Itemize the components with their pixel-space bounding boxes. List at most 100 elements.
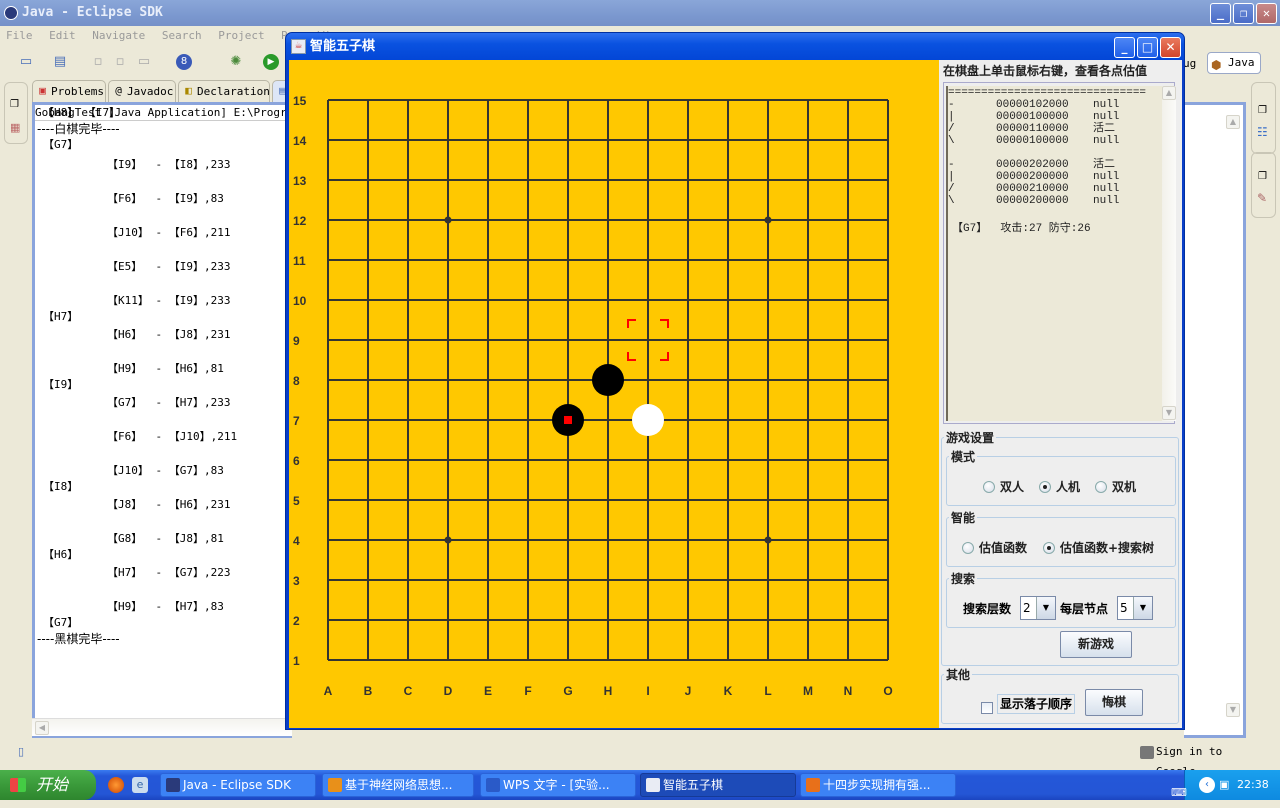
- start-button[interactable]: 开始: [0, 770, 96, 800]
- menu-project[interactable]: Project: [218, 29, 264, 42]
- taskbar-item[interactable]: 十四步实现拥有强...: [800, 773, 956, 797]
- menu-navigate[interactable]: Navigate: [92, 29, 145, 42]
- scroll-up-icon[interactable]: ▲: [1162, 86, 1176, 100]
- eclipse-restore-button[interactable]: ❐: [1233, 3, 1254, 24]
- ai-radio-eval[interactable]: 估值函数: [962, 539, 1027, 556]
- run-icon[interactable]: ▶: [263, 54, 279, 70]
- eclipse-close-button[interactable]: ✕: [1256, 3, 1277, 24]
- column-label: N: [844, 684, 853, 698]
- network-icon[interactable]: ▣: [1219, 770, 1229, 800]
- gobang-title-bar[interactable]: ☕ 智能五子棋 _ □ ✕: [286, 33, 1184, 60]
- gobang-close-button[interactable]: ✕: [1160, 37, 1181, 58]
- search-depth-select[interactable]: 2 ▼: [1020, 596, 1056, 620]
- eval-text-area[interactable]: ============================== -000001020…: [946, 86, 1162, 421]
- eval-direction: |: [948, 111, 955, 123]
- desktop-quicklaunch-icon[interactable]: e: [132, 777, 148, 793]
- fast-view-icon[interactable]: ▯: [18, 745, 24, 758]
- firefox-quicklaunch-icon[interactable]: [108, 777, 124, 793]
- chevron-down-icon[interactable]: ▼: [1134, 597, 1152, 619]
- restore-icon[interactable]: ❐: [1258, 171, 1267, 182]
- scroll-left-icon[interactable]: ◀: [35, 721, 49, 735]
- right-minimized-strip-2: ❐ ✎: [1251, 152, 1276, 218]
- board-canvas[interactable]: 15 14 13 12 11 10 9 8 7 6 5 4 3 2 1 A B C D E F G H I J K L M N O: [289, 60, 939, 728]
- search-title: 搜索: [951, 572, 976, 586]
- eclipse-minimize-button[interactable]: _: [1210, 3, 1231, 24]
- nodes-per-layer-select[interactable]: 5 ▼: [1117, 596, 1153, 620]
- ai-radio-eval-search[interactable]: 估值函数+搜索树: [1043, 539, 1154, 556]
- mode-title: 模式: [951, 450, 976, 464]
- scroll-up-icon[interactable]: ▲: [1226, 115, 1240, 129]
- right-minimized-strip: ❐ ☷: [1251, 82, 1276, 154]
- menu-edit[interactable]: Edit: [49, 29, 76, 42]
- eval-direction: /: [948, 183, 955, 195]
- tab-javadoc[interactable]: @ Javadoc: [108, 80, 176, 102]
- eval-direction: \: [948, 135, 955, 147]
- game-board[interactable]: 15 14 13 12 11 10 9 8 7 6 5 4 3 2 1 A B C D E F G H I J K L M N O: [289, 60, 939, 728]
- row-label: 6: [293, 454, 300, 468]
- taskbar-item[interactable]: 基于神经网络思想...: [322, 773, 474, 797]
- star-point: [444, 216, 452, 224]
- eval-type: 活二: [1093, 123, 1115, 135]
- scroll-down-icon[interactable]: ▼: [1162, 406, 1176, 420]
- java-perspective-button[interactable]: ⬢ Java: [1207, 52, 1261, 74]
- mode-radio-ai-vs-ai[interactable]: 双机: [1095, 478, 1136, 495]
- console-line: 【H8】 【I7】: [43, 106, 121, 119]
- save-icon[interactable]: ▫: [90, 54, 106, 70]
- google-icon[interactable]: 8: [176, 54, 192, 70]
- menu-file[interactable]: File: [6, 29, 33, 42]
- debug-icon[interactable]: ✺: [228, 54, 244, 70]
- restore-icon[interactable]: ❐: [1258, 105, 1267, 116]
- row-label: 9: [293, 334, 300, 348]
- gobang-minimize-button[interactable]: _: [1114, 37, 1135, 58]
- eval-scrollbar[interactable]: ▲ ▼: [1162, 86, 1176, 421]
- menu-search[interactable]: Search: [162, 29, 202, 42]
- console-line: ----黑棋完毕----: [37, 632, 120, 646]
- console-line: 【H7】: [43, 310, 79, 323]
- mode-radio-human-vs-ai[interactable]: 人机: [1039, 478, 1080, 495]
- radio-icon: [962, 541, 974, 554]
- tray-expand-icon[interactable]: ‹: [1199, 777, 1215, 793]
- show-order-label[interactable]: 显示落子顺序: [997, 694, 1076, 714]
- new-game-button[interactable]: 新游戏: [1060, 631, 1132, 658]
- gobang-title: 智能五子棋: [310, 39, 376, 54]
- scroll-down-icon[interactable]: ▼: [1226, 703, 1240, 717]
- chevron-down-icon[interactable]: ▼: [1037, 597, 1055, 619]
- new-icon[interactable]: ▭: [18, 54, 34, 70]
- declaration-icon: ◧: [185, 84, 192, 97]
- print-icon[interactable]: ▭: [136, 54, 152, 70]
- eval-separator: ==============================: [948, 87, 1147, 99]
- column-label: G: [563, 684, 572, 698]
- gobang-maximize-button[interactable]: □: [1137, 37, 1158, 58]
- keyboard-icon[interactable]: ⌨: [1171, 778, 1187, 808]
- clock[interactable]: 22:38: [1237, 770, 1269, 800]
- show-order-checkbox[interactable]: [981, 702, 993, 714]
- eval-type: null: [1093, 171, 1120, 183]
- row-label: 7: [293, 414, 300, 428]
- tab-declaration[interactable]: ◧ Declaration: [178, 80, 270, 102]
- taskbar-item[interactable]: 智能五子棋: [640, 773, 796, 797]
- save-all-icon[interactable]: ▫: [112, 54, 128, 70]
- tab-problems[interactable]: ▣ Problems: [32, 80, 106, 102]
- console-line: 【K11】 - 【I9】,233: [107, 294, 231, 307]
- console-line: 【I9】: [43, 378, 79, 391]
- new-package-icon[interactable]: ▤: [52, 54, 68, 70]
- left-minimized-strip: ❐ ▦: [4, 82, 28, 144]
- console-horizontal-scrollbar[interactable]: ◀: [32, 718, 292, 736]
- row-label: 13: [293, 174, 307, 188]
- taskbar-item[interactable]: WPS 文字 - [实验...: [480, 773, 636, 797]
- taskbar-item[interactable]: Java - Eclipse SDK: [160, 773, 316, 797]
- restore-icon[interactable]: ❐: [10, 99, 19, 110]
- mode-radio-two-player[interactable]: 双人: [983, 478, 1024, 495]
- hierarchy-icon[interactable]: ▦: [10, 121, 20, 134]
- outline-icon[interactable]: ☷: [1257, 125, 1268, 139]
- column-label: I: [646, 684, 649, 698]
- eval-pattern: 00000110000: [996, 123, 1069, 135]
- taskbar-item-label: 基于神经网络思想...: [345, 778, 453, 792]
- tasks-icon[interactable]: ✎: [1257, 191, 1267, 205]
- undo-button[interactable]: 悔棋: [1085, 689, 1143, 716]
- column-label: E: [484, 684, 492, 698]
- row-label: 8: [293, 374, 300, 388]
- row-label: 10: [293, 294, 307, 308]
- eval-type: null: [1093, 99, 1120, 111]
- console-line: 【J8】 - 【H6】,231: [107, 498, 231, 511]
